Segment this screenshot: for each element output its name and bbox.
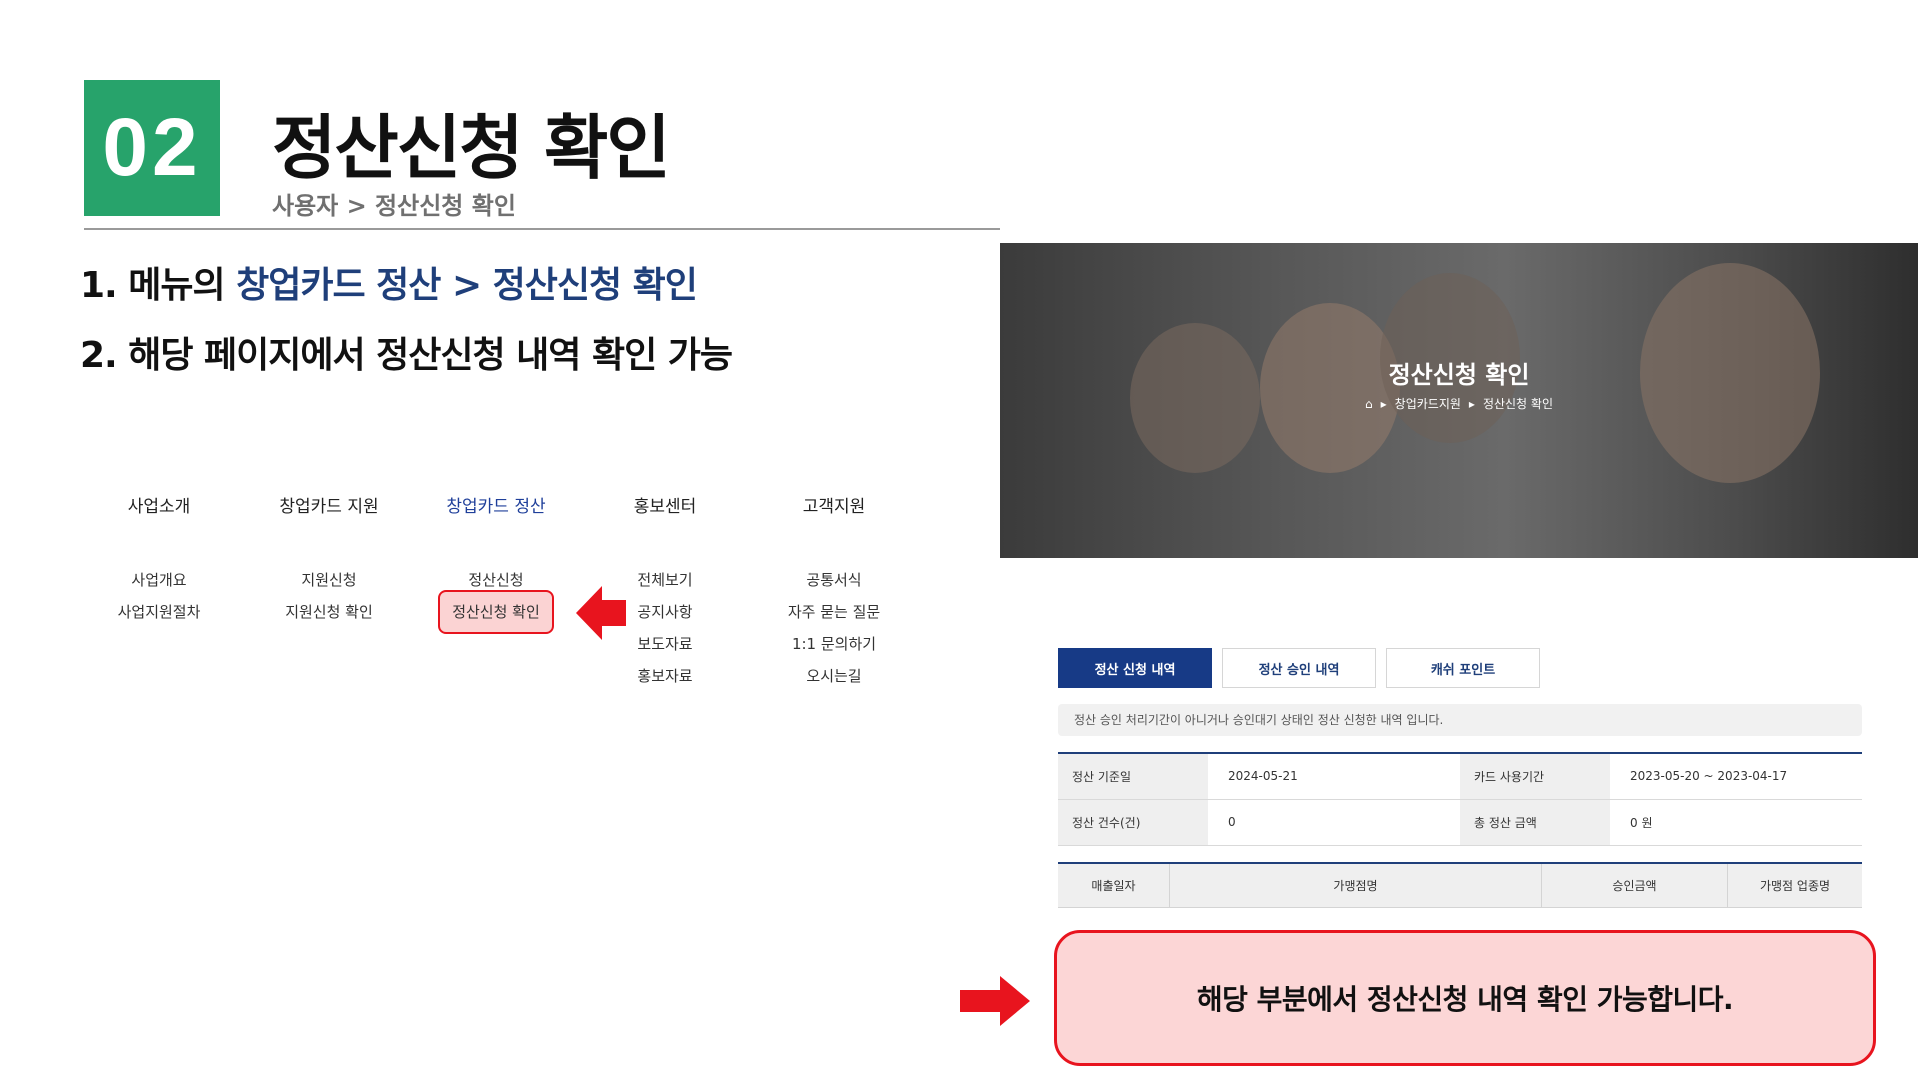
base-date-value: 2024-05-21 [1208, 753, 1460, 800]
card-period-label: 카드 사용기간 [1460, 753, 1610, 800]
menu-item-directions[interactable]: 오시는길 [749, 660, 919, 692]
menu-header-card-settlement[interactable]: 창업카드 정산 [411, 492, 581, 522]
banner-crumb-section[interactable]: 창업카드지원 [1395, 397, 1461, 411]
menu-item-faq[interactable]: 자주 묻는 질문 [749, 596, 919, 628]
menu-header-business-intro[interactable]: 사업소개 [74, 492, 244, 522]
section-number-badge: 02 [84, 80, 220, 216]
step-1-prefix: 1. 메뉴의 [80, 265, 237, 306]
header-divider [84, 228, 1000, 230]
tab-settlement-approvals[interactable]: 정산 승인 내역 [1222, 648, 1376, 688]
menu-item-common-forms[interactable]: 공통서식 [749, 564, 919, 596]
base-date-label: 정산 기준일 [1058, 753, 1208, 800]
settlement-info-table: 정산 기준일 2024-05-21 카드 사용기간 2023-05-20 ~ 2… [1058, 752, 1862, 846]
step-1: 1. 메뉴의 창업카드 정산 > 정산신청 확인 [80, 256, 698, 308]
count-label: 정산 건수(건) [1058, 799, 1208, 846]
home-icon[interactable]: ⌂ [1365, 397, 1373, 411]
menu-column-customer-support: 고객지원 공통서식 자주 묻는 질문 1:1 문의하기 오시는길 [749, 492, 919, 692]
step-1-menu-path: 창업카드 정산 > 정산신청 확인 [236, 265, 698, 306]
breadcrumb-separator-icon: ▸ [1380, 397, 1387, 411]
menu-header-card-support[interactable]: 창업카드 지원 [244, 492, 414, 522]
column-sales-date: 매출일자 [1058, 864, 1170, 907]
breadcrumb: 사용자 > 정산신청 확인 [272, 192, 516, 220]
menu-column-card-support: 창업카드 지원 지원신청 지원신청 확인 [244, 492, 414, 628]
tab-cash-points[interactable]: 캐쉬 포인트 [1386, 648, 1540, 688]
count-value: 0 [1208, 799, 1460, 846]
total-value: 0 원 [1610, 799, 1862, 846]
callout-message: 해당 부분에서 정산신청 내역 확인 가능합니다. [1054, 930, 1876, 1066]
arrow-right-icon [960, 976, 1030, 1026]
total-label: 총 정산 금액 [1460, 799, 1610, 846]
menu-item-check-application[interactable]: 지원신청 확인 [244, 596, 414, 628]
menu-item-business-overview[interactable]: 사업개요 [74, 564, 244, 596]
menu-item-settlement-check[interactable]: 정산신청 확인 [438, 590, 554, 634]
notice-text: 정산 승인 처리기간이 아니거나 승인대기 상태인 정산 신청한 내역 입니다. [1058, 704, 1862, 736]
page-title: 정산신청 확인 [272, 107, 671, 189]
step-2: 2. 해당 페이지에서 정산신청 내역 확인 가능 [80, 335, 733, 376]
menu-item-support-procedure[interactable]: 사업지원절차 [74, 596, 244, 628]
banner-title: 정산신청 확인 [1388, 361, 1530, 389]
arrow-left-icon [576, 586, 626, 640]
card-period-value: 2023-05-20 ~ 2023-04-17 [1610, 753, 1862, 800]
menu-header-pr-center[interactable]: 홍보센터 [580, 492, 750, 522]
column-approval-amount: 승인금액 [1542, 864, 1728, 907]
menu-item-apply-support[interactable]: 지원신청 [244, 564, 414, 596]
hero-banner: 정산신청 확인 ⌂ ▸ 창업카드지원 ▸ 정산신청 확인 [1000, 243, 1918, 558]
menu-column-business-intro: 사업소개 사업개요 사업지원절차 [74, 492, 244, 628]
menu-column-card-settlement: 창업카드 정산 정산신청 정산신청 확인 [411, 492, 581, 634]
tab-settlement-requests[interactable]: 정산 신청 내역 [1058, 648, 1212, 688]
settlement-list-header: 매출일자 가맹점명 승인금액 가맹점 업종명 [1058, 862, 1862, 908]
menu-item-pr-materials[interactable]: 홍보자료 [580, 660, 750, 692]
column-merchant-category: 가맹점 업종명 [1759, 879, 1831, 893]
banner-breadcrumb: ⌂ ▸ 창업카드지원 ▸ 정산신청 확인 [1000, 395, 1918, 412]
breadcrumb-separator-icon: ▸ [1468, 397, 1475, 411]
banner-crumb-page: 정산신청 확인 [1482, 397, 1553, 411]
menu-item-inquiry[interactable]: 1:1 문의하기 [749, 628, 919, 660]
menu-header-customer-support[interactable]: 고객지원 [749, 492, 919, 522]
column-merchant-name: 가맹점명 [1170, 864, 1542, 907]
